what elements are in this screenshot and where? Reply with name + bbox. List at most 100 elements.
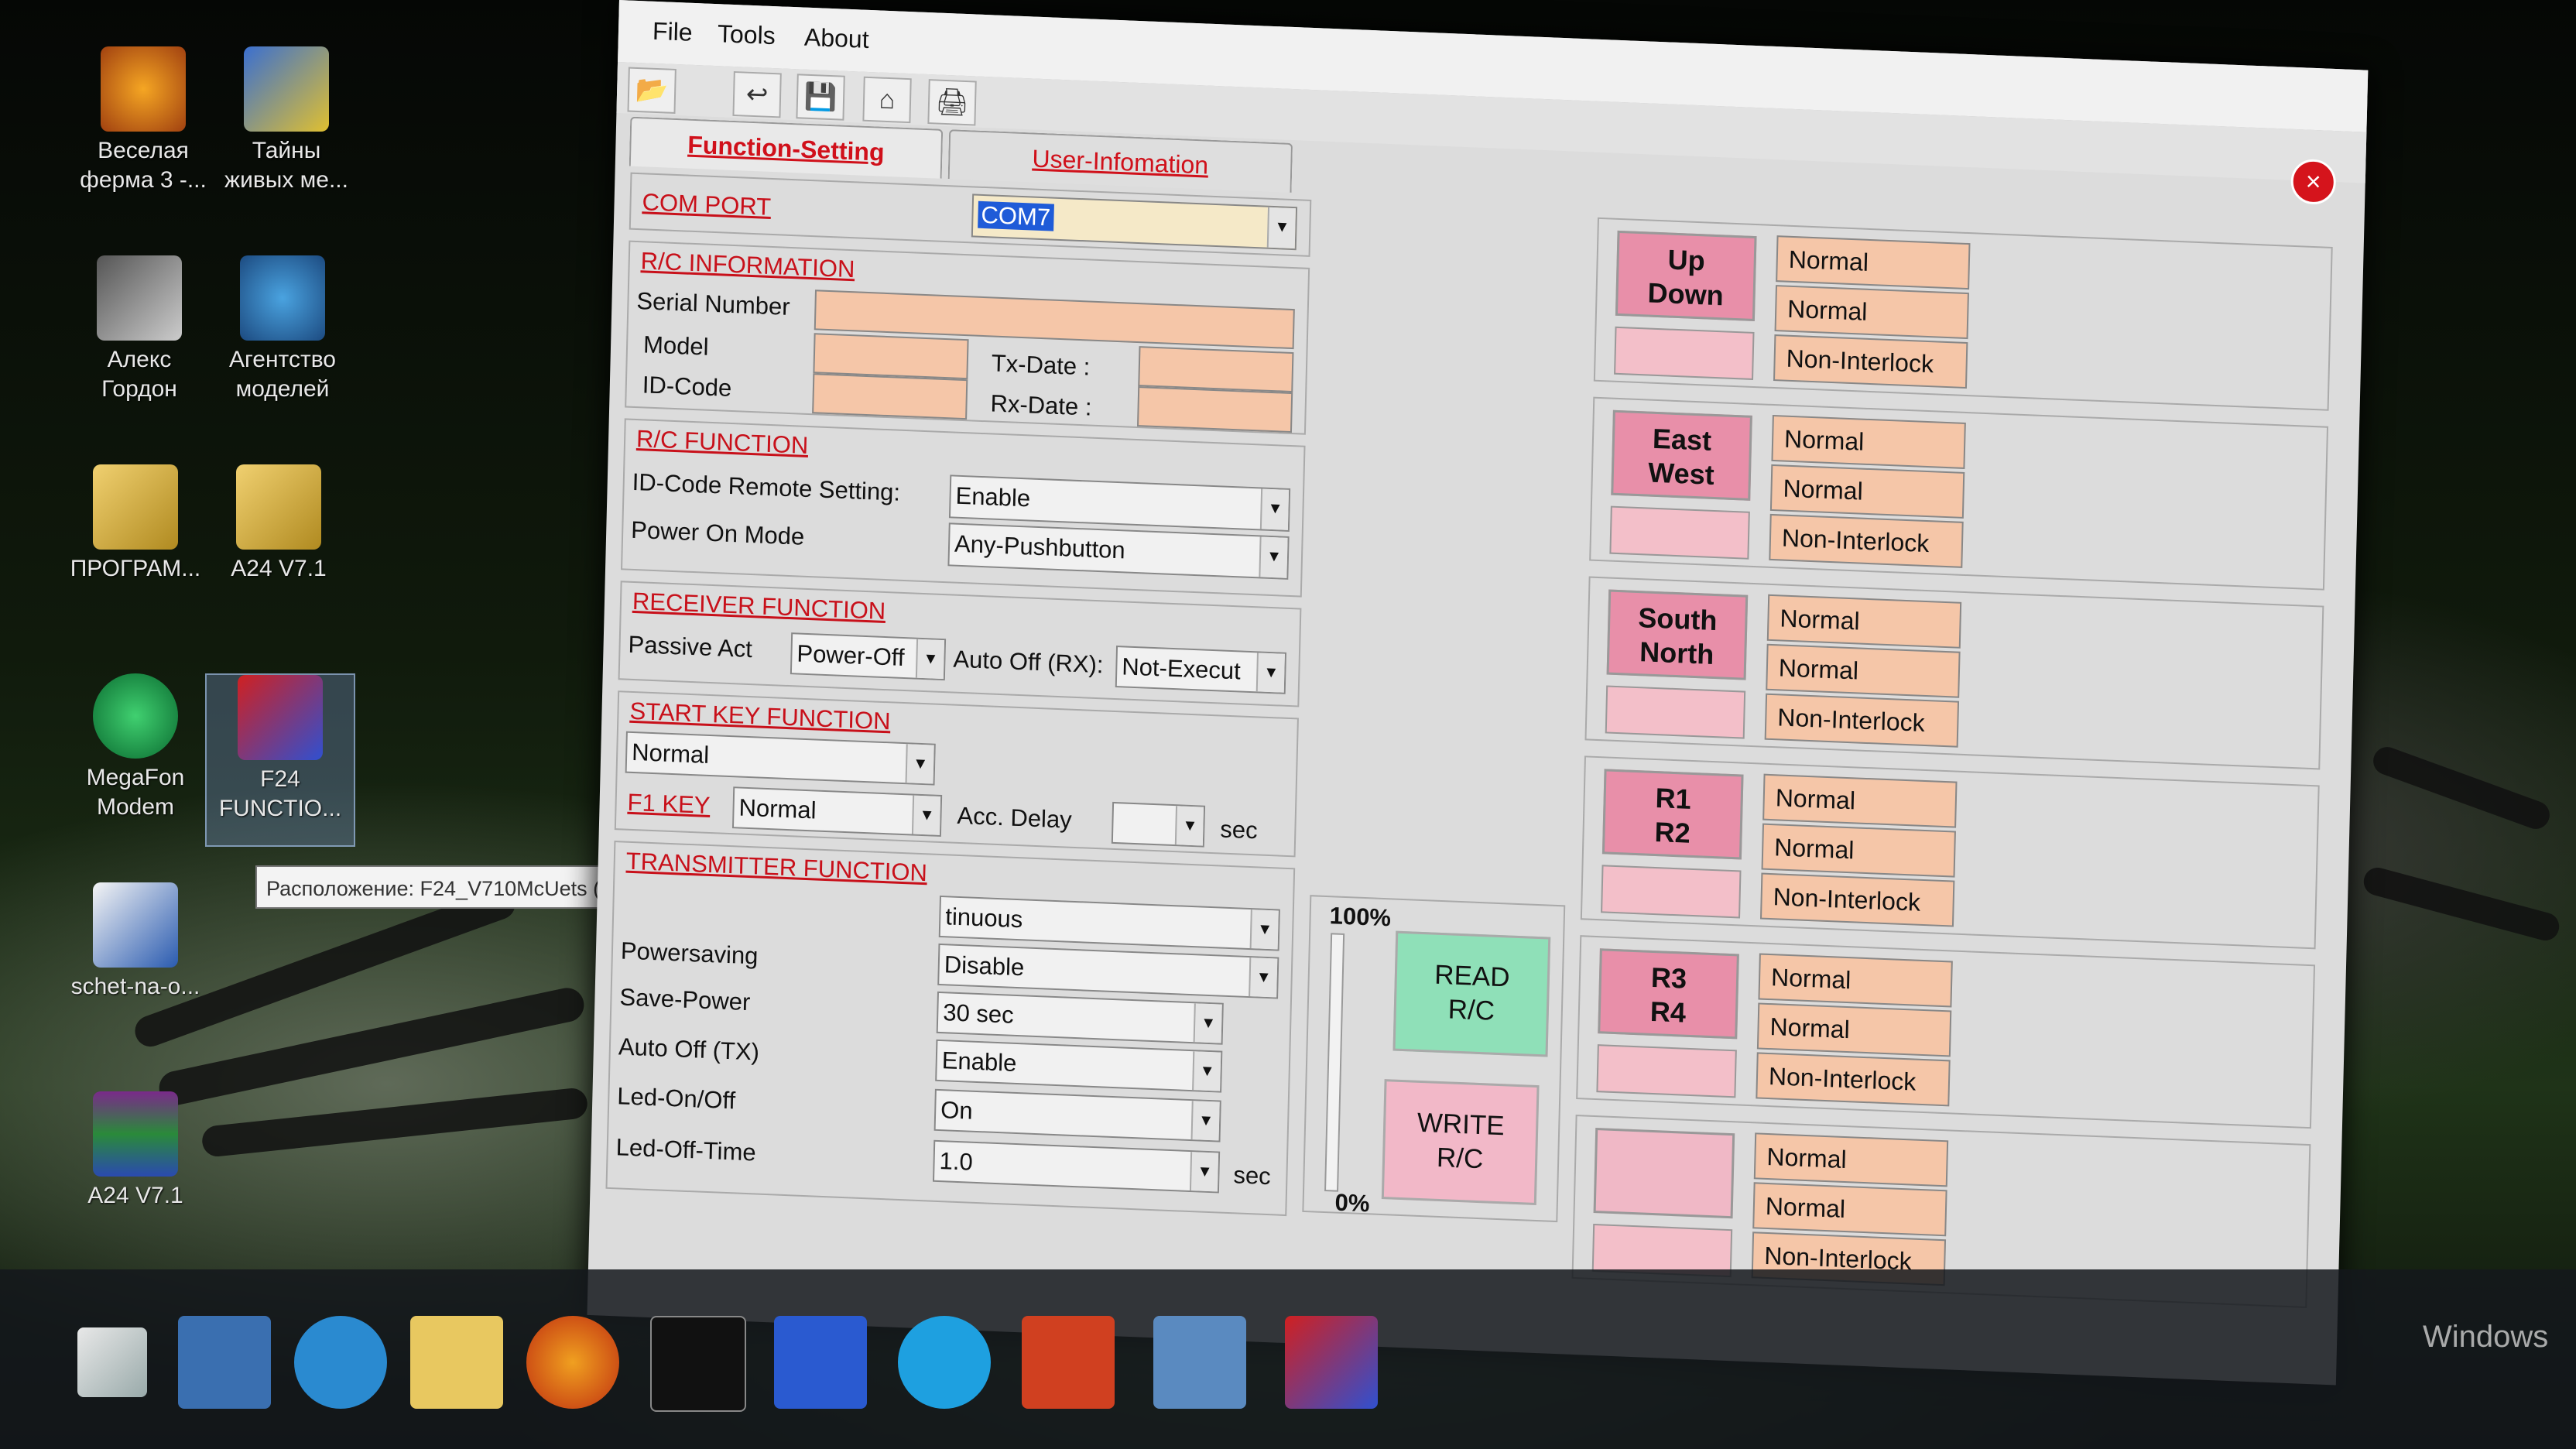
com-port-select[interactable]: COM7 ▼ (971, 194, 1298, 251)
read-rc-button[interactable]: READ R/C (1392, 930, 1551, 1057)
progress-min-label: 0% (1334, 1188, 1370, 1218)
firefox-icon[interactable] (526, 1316, 619, 1409)
rx-date-field[interactable] (1136, 386, 1293, 433)
tab-function-setting[interactable]: Function-Setting (629, 116, 944, 179)
direction-indicator (1614, 326, 1755, 380)
save-power-select[interactable]: 30 sec ▼ (936, 991, 1224, 1045)
direction-button[interactable]: R1 R2 (1601, 769, 1744, 860)
modem-icon (93, 673, 178, 759)
id-code-remote-label: ID-Code Remote Setting: (632, 468, 901, 506)
auto-off-rx-select[interactable]: Not-Execut ▼ (1115, 646, 1286, 694)
icon-label: живых ме... (224, 167, 348, 193)
mode-field[interactable]: Non-Interlock (1769, 513, 1964, 568)
led-off-time-select[interactable]: 1.0 ▼ (932, 1139, 1221, 1194)
word-document-icon (93, 882, 178, 968)
receiver-function-group: RECEIVER FUNCTION Passive Act Power-Off … (618, 581, 1302, 707)
menu-about[interactable]: About (804, 23, 869, 54)
model-field[interactable] (813, 333, 969, 380)
file-explorer-icon[interactable] (410, 1316, 503, 1409)
acc-delay-select[interactable]: ▼ (1111, 801, 1206, 848)
icon-label: Тайны (252, 138, 321, 163)
terminal-icon[interactable] (650, 1316, 746, 1412)
mode-field[interactable]: Normal (1766, 643, 1961, 698)
mode-field[interactable]: Normal (1771, 414, 1966, 469)
mode-field[interactable]: Non-Interlock (1764, 693, 1960, 748)
direction-button[interactable] (1593, 1128, 1735, 1219)
write-rc-button[interactable]: WRITE R/C (1381, 1079, 1540, 1206)
skype-icon[interactable] (898, 1316, 991, 1409)
mode-field[interactable]: Normal (1753, 1132, 1949, 1187)
game-icon (240, 255, 325, 341)
progress-max-label: 100% (1329, 902, 1392, 932)
desktop-icon-a24-archive[interactable]: A24 V7.1 (62, 1091, 209, 1211)
desktop-icon-megafon[interactable]: MegaFon Modem (62, 673, 209, 822)
save-icon[interactable]: 💾 (796, 74, 845, 121)
direction-button[interactable]: South North (1606, 589, 1749, 680)
led-on-off-select[interactable]: On ▼ (933, 1088, 1221, 1142)
mode-field[interactable]: Normal (1769, 464, 1965, 519)
direction-label (1598, 1138, 1732, 1143)
mode-field[interactable]: Non-Interlock (1759, 872, 1955, 927)
led-on-off-label: Led-On/Off (616, 1082, 736, 1115)
print-icon[interactable]: 🖨 (927, 79, 977, 126)
floppy-icon[interactable] (774, 1316, 867, 1409)
mode-field[interactable]: Non-Interlock (1756, 1052, 1951, 1107)
mode-field[interactable]: Normal (1766, 594, 1962, 649)
archive-icon (93, 1091, 178, 1177)
mode-field[interactable]: Normal (1758, 953, 1953, 1008)
network-icon[interactable] (1153, 1316, 1246, 1409)
id-code-field[interactable] (812, 373, 968, 420)
mode-field[interactable]: Normal (1776, 235, 1971, 290)
start-icon[interactable] (77, 1327, 147, 1397)
home-icon[interactable]: ⌂ (862, 76, 912, 124)
icon-label: Гордон (101, 376, 177, 402)
desktop-icon-agency[interactable]: Агентство моделей (209, 255, 356, 404)
mode-field[interactable]: Normal (1762, 773, 1958, 828)
tool-icon (238, 675, 323, 760)
rc-information-title: R/C INFORMATION (640, 247, 855, 283)
passive-act-select[interactable]: Power-Off ▼ (790, 632, 947, 681)
direction-button[interactable]: Up Down (1615, 230, 1757, 321)
direction-label: Up (1667, 243, 1706, 277)
powersaving-select[interactable]: Disable ▼ (937, 943, 1279, 999)
chevron-down-icon: ▼ (1190, 1101, 1220, 1141)
save-power-label: Save-Power (619, 983, 751, 1016)
direction-button[interactable]: East West (1611, 409, 1752, 501)
menu-file[interactable]: File (653, 17, 693, 47)
auto-off-tx-select[interactable]: Enable ▼ (935, 1039, 1223, 1093)
mode-field[interactable]: Normal (1752, 1182, 1947, 1237)
desktop-icon-a24-folder[interactable]: A24 V7.1 (205, 464, 352, 584)
internet-explorer-icon[interactable] (294, 1316, 387, 1409)
back-arrow-icon[interactable]: ↩ (732, 70, 782, 118)
mode-field[interactable]: Normal (1761, 823, 1956, 878)
office-icon[interactable] (1022, 1316, 1115, 1409)
desktop-icon-farm[interactable]: Веселая ферма 3 -... (70, 46, 217, 195)
direction-button[interactable]: R3 R4 (1598, 948, 1739, 1040)
tab-user-information[interactable]: User-Infomation (947, 129, 1293, 193)
id-code-remote-select[interactable]: Enable ▼ (948, 474, 1291, 532)
desktop-icon-word-doc[interactable]: schet-na-o... (62, 882, 209, 1002)
shortcut-icon (97, 255, 182, 341)
direction-panel: East West Normal Normal Non-Interlock (1589, 396, 2329, 591)
direction-label: North (1639, 635, 1714, 671)
f24-tool-icon[interactable] (1285, 1316, 1378, 1409)
mode-field[interactable]: Non-Interlock (1773, 334, 1968, 389)
power-on-mode-select[interactable]: Any-Pushbutton ▼ (947, 522, 1290, 580)
desktop-icon-f24[interactable]: F24 FUNCTIO... (205, 673, 355, 847)
mode-field[interactable]: Normal (1774, 285, 1969, 340)
start-key-select[interactable]: Normal ▼ (625, 731, 936, 786)
tx-date-field[interactable] (1138, 346, 1294, 393)
direction-label: West (1647, 456, 1715, 491)
mode-field[interactable]: Normal (1756, 1002, 1952, 1057)
acc-delay-label: Acc. Delay (957, 801, 1073, 834)
desktop-icon-programs[interactable]: ПРОГРАМ... (62, 464, 209, 584)
volume-icon[interactable] (178, 1316, 271, 1409)
f1-key-label[interactable]: F1 KEY (627, 789, 711, 820)
transmission-mode-select[interactable]: tinuous ▼ (938, 895, 1280, 951)
desktop-icon-alex[interactable]: Алекс Гордон (66, 255, 213, 404)
direction-panel: R1 R2 Normal Normal Non-Interlock (1580, 755, 2320, 950)
desktop-icon-secrets[interactable]: Тайны живых ме... (213, 46, 360, 195)
menu-tools[interactable]: Tools (718, 19, 776, 50)
open-folder-icon[interactable]: 📂 (627, 67, 677, 114)
f1-key-select[interactable]: Normal ▼ (731, 786, 943, 838)
